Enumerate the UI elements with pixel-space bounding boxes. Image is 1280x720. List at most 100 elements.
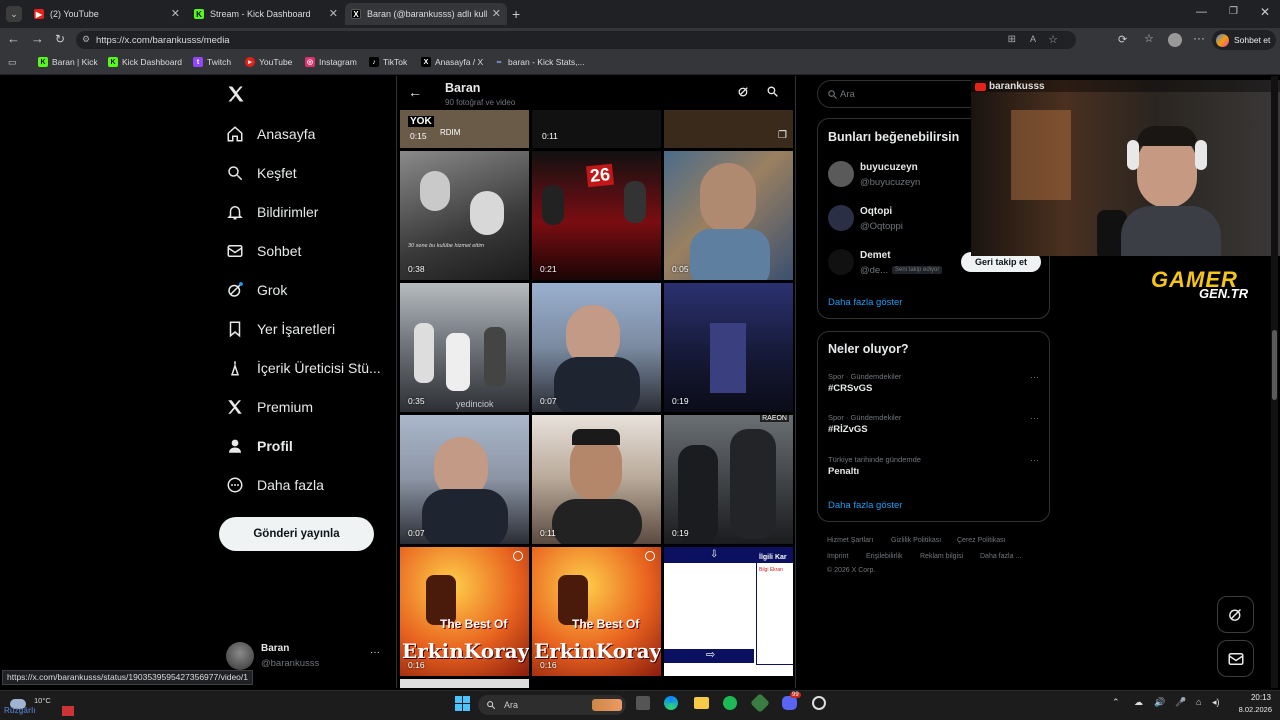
bookmark-tiktok[interactable]: ♪ TikTok: [369, 57, 407, 67]
media-thumb-partial[interactable]: [400, 679, 529, 688]
maximize-button[interactable]: ❐: [1229, 6, 1238, 17]
bookmark-kick-stats[interactable]: ∞ baran - Kick Stats,...: [494, 57, 585, 67]
media-thumb[interactable]: 0:07: [400, 415, 529, 544]
scrollbar-thumb[interactable]: [1272, 330, 1277, 400]
tab-list-button[interactable]: ⌄: [6, 6, 22, 22]
windows-start-icon[interactable]: [455, 696, 471, 712]
new-tab-button[interactable]: +: [512, 6, 520, 22]
volume-icon[interactable]: 🔊: [1154, 697, 1165, 708]
copilot-button[interactable]: Sohbet et: [1212, 30, 1276, 50]
bookmark-twitch[interactable]: t Twitch: [193, 57, 231, 67]
tray-chevron-icon[interactable]: ⌃: [1112, 697, 1120, 708]
account-more-icon[interactable]: ···: [370, 647, 380, 658]
media-thumb-partial[interactable]: 0:11: [532, 110, 661, 148]
search-icon[interactable]: [766, 85, 779, 103]
edge-icon[interactable]: [664, 696, 678, 710]
obs-icon[interactable]: [812, 696, 826, 710]
media-thumb[interactable]: 0:05: [664, 151, 793, 280]
taskbar-search[interactable]: Ara: [478, 695, 626, 715]
speaker-icon[interactable]: ◂): [1212, 697, 1220, 708]
profile-avatar[interactable]: [1168, 33, 1182, 47]
post-button[interactable]: Gönderi yayınla: [219, 517, 374, 551]
task-view-icon[interactable]: [636, 696, 650, 710]
media-thumb[interactable]: ⇩ İlgili Kar Bilgi Ekran ⇨: [664, 547, 793, 676]
media-thumb[interactable]: 0:19: [664, 283, 793, 412]
tab-kick-dashboard[interactable]: K Stream - Kick Dashboard ✕: [188, 3, 344, 25]
media-thumb[interactable]: RAEON 0:19: [664, 415, 793, 544]
network-icon[interactable]: ⌂: [1196, 697, 1201, 707]
media-thumb[interactable]: The Best Of ErkinKoray 0:16: [400, 547, 529, 676]
show-more-link[interactable]: Daha fazla göster: [828, 297, 902, 308]
footer-link[interactable]: Erişilebilirlik: [866, 553, 903, 560]
sidebar-item-kesfet[interactable]: Keşfet: [226, 164, 297, 182]
media-thumb[interactable]: 26 0:21: [532, 151, 661, 280]
messages-floating-button[interactable]: [1217, 640, 1254, 677]
bookmark-youtube[interactable]: ▸ YouTube: [245, 57, 292, 67]
trend-item[interactable]: Türkiye tarihinde gündemde Penaltı ···: [828, 455, 1043, 485]
trend-item[interactable]: Spor · Gündemdekiler #CRSvGS ···: [828, 372, 1043, 402]
media-thumb[interactable]: 0:11: [532, 415, 661, 544]
media-thumb[interactable]: yedinciok 0:35: [400, 283, 529, 412]
footer-link[interactable]: Çerez Politikası: [957, 537, 1006, 544]
sidebar-item-premium[interactable]: Premium: [226, 398, 313, 416]
sidebar-item-daha-fazla[interactable]: Daha fazla: [226, 476, 324, 494]
media-thumb-partial[interactable]: ❐: [664, 110, 793, 148]
sidebar-item-profil[interactable]: Profil: [226, 437, 293, 455]
search-input[interactable]: Ara: [817, 80, 987, 108]
menu-dots-icon[interactable]: ···: [1193, 31, 1205, 45]
show-more-link[interactable]: Daha fazla göster: [828, 500, 902, 511]
grok-floating-button[interactable]: [1217, 596, 1254, 633]
url-field[interactable]: ⚙ https://x.com/barankusss/media ⊞ A ☆: [76, 31, 1076, 49]
media-thumb[interactable]: The Best Of ErkinKoray 0:16: [532, 547, 661, 676]
app-icon[interactable]: ⊞: [1008, 34, 1016, 45]
more-icon[interactable]: ···: [1030, 455, 1039, 465]
site-info-icon[interactable]: ⚙: [82, 34, 90, 45]
reload-icon[interactable]: ↻: [55, 32, 65, 46]
sidebar-item-grok[interactable]: Grok: [226, 281, 287, 299]
footer-link[interactable]: Hizmet Şartları: [827, 537, 873, 544]
read-aloud-icon[interactable]: A: [1030, 34, 1036, 44]
extensions-icon[interactable]: ⟳: [1118, 33, 1127, 46]
close-icon[interactable]: ✕: [329, 7, 338, 20]
sidebar-item-bildirimler[interactable]: Bildirimler: [226, 203, 318, 221]
bookmark-baran-kick[interactable]: K Baran | Kick: [38, 57, 98, 67]
close-icon[interactable]: ✕: [171, 7, 180, 20]
footer-link[interactable]: Imprint: [827, 553, 848, 560]
microphone-icon[interactable]: 🎤: [1175, 697, 1186, 708]
media-thumb[interactable]: 30 sene bu kulübe hizmet ettim 0:38: [400, 151, 529, 280]
app-icon[interactable]: [750, 693, 770, 713]
sidebar-item-sohbet[interactable]: Sohbet: [226, 242, 301, 260]
media-thumb-partial[interactable]: YOK RDIM 0:15: [400, 110, 529, 148]
sidebar-item-anasayfa[interactable]: Anasayfa: [226, 125, 315, 143]
back-icon[interactable]: ←: [7, 31, 20, 46]
weather-widget[interactable]: 10°C Rüzgârlı: [4, 694, 88, 718]
favorite-star-icon[interactable]: ☆: [1048, 33, 1058, 46]
close-icon[interactable]: ✕: [492, 7, 501, 20]
tab-youtube[interactable]: ▶ (2) YouTube ✕: [28, 3, 186, 25]
bookmark-instagram[interactable]: ◎ Instagram: [305, 57, 357, 67]
favorites-icon[interactable]: ☆: [1144, 32, 1154, 45]
sidebar-item-yer-isaretleri[interactable]: Yer İşaretleri: [226, 320, 335, 338]
tab-x-profile[interactable]: X Baran (@barankusss) adlı kullanıcı ✕: [345, 3, 507, 25]
spotify-icon[interactable]: [723, 696, 737, 710]
file-explorer-icon[interactable]: [694, 697, 709, 709]
sidebar-item-icerik-ureticisi[interactable]: İçerik Üreticisi Stü...: [226, 359, 381, 377]
more-icon[interactable]: ···: [1030, 413, 1039, 423]
bookmark-kick-dashboard[interactable]: K Kick Dashboard: [108, 57, 182, 67]
clock-time[interactable]: 20:13: [1235, 693, 1271, 702]
media-thumb[interactable]: 0:07: [532, 283, 661, 412]
forward-icon[interactable]: →: [31, 31, 44, 46]
x-home-logo[interactable]: [226, 84, 246, 109]
footer-link[interactable]: Reklam bilgisi: [920, 553, 963, 560]
more-icon[interactable]: ···: [1030, 372, 1039, 382]
tray-app-icon[interactable]: ☁: [1134, 697, 1143, 708]
close-window-button[interactable]: ✕: [1260, 5, 1270, 19]
grok-icon[interactable]: [737, 85, 750, 103]
minimize-button[interactable]: —: [1196, 6, 1207, 18]
footer-link[interactable]: Daha fazla ...: [980, 553, 1021, 560]
clock-date[interactable]: 8.02.2026: [1228, 705, 1272, 714]
discord-icon[interactable]: [782, 696, 797, 710]
sidebar-toggle-icon[interactable]: ▭: [8, 57, 17, 68]
trend-item[interactable]: Spor · Gündemdekiler #RİZvGS ···: [828, 413, 1043, 443]
back-arrow-icon[interactable]: ←: [408, 84, 422, 100]
